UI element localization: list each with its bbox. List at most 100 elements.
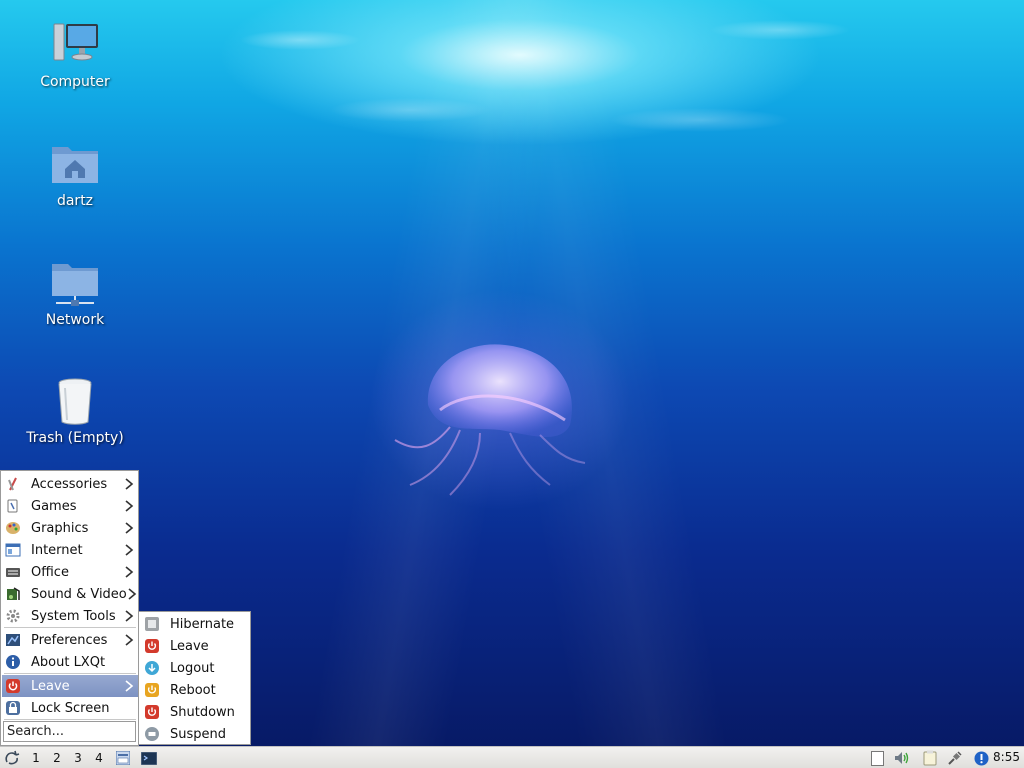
- chevron-right-icon: [125, 522, 134, 534]
- accessories-icon: [8, 477, 17, 491]
- power-icon: [6, 679, 20, 693]
- desktop-switch-4[interactable]: 4: [91, 749, 107, 767]
- system-tools-icon: [6, 609, 20, 623]
- home-folder-icon: [52, 147, 98, 183]
- main-menu-button[interactable]: [3, 749, 21, 767]
- application-menu: Accessories Games Graphics Internet Offi…: [0, 470, 139, 746]
- lock-icon: [6, 701, 20, 715]
- clipboard-icon: [923, 750, 937, 766]
- games-icon: [7, 499, 18, 513]
- clipboard-manager[interactable]: [921, 749, 939, 767]
- trash-icon: [58, 378, 92, 425]
- desktop-icon-label: Computer: [40, 74, 110, 90]
- file-manager-launcher[interactable]: [114, 749, 132, 767]
- menu-item-label: Games: [31, 498, 77, 514]
- desktop-icon-label: dartz: [56, 193, 94, 209]
- info-alert-icon: [974, 751, 988, 765]
- network-plug-icon: [948, 751, 962, 765]
- menu-item-leave[interactable]: Leave: [2, 675, 138, 697]
- terminal-icon: [141, 751, 157, 765]
- menu-item-label: Internet: [31, 542, 83, 558]
- chevron-right-icon: [125, 544, 134, 556]
- menu-item-preferences[interactable]: Preferences: [2, 629, 138, 651]
- chevron-right-icon: [125, 680, 134, 692]
- submenu-item-hibernate[interactable]: Hibernate: [140, 613, 250, 635]
- menu-item-internet[interactable]: Internet: [2, 539, 138, 561]
- clock[interactable]: 8:55: [993, 750, 1020, 764]
- jellyfish-wallpaper-image: [394, 344, 586, 496]
- menu-item-about-lxqt[interactable]: About LXQt: [2, 651, 138, 673]
- submenu-item-reboot[interactable]: Reboot: [140, 679, 250, 701]
- menu-separator: [4, 673, 136, 674]
- logout-icon: [145, 661, 159, 675]
- lxqt-logo-icon: [5, 750, 20, 765]
- menu-item-system-tools[interactable]: System Tools: [2, 605, 138, 627]
- menu-item-office[interactable]: Office: [2, 561, 138, 583]
- desktop-icon-label: Network: [45, 312, 105, 328]
- office-icon: [6, 568, 20, 577]
- submenu-item-label: Logout: [170, 660, 215, 676]
- network-manager[interactable]: [946, 749, 964, 767]
- desktop-number: 4: [95, 751, 103, 765]
- desktop-icon-home-folder[interactable]: dartz: [15, 141, 135, 209]
- menu-item-label: Office: [31, 564, 69, 580]
- submenu-item-label: Shutdown: [170, 704, 235, 720]
- show-desktop-icon: [870, 750, 884, 766]
- submenu-item-suspend[interactable]: Suspend: [140, 723, 250, 745]
- submenu-item-label: Leave: [170, 638, 209, 654]
- chevron-right-icon: [125, 634, 134, 646]
- menu-item-accessories[interactable]: Accessories: [2, 473, 138, 495]
- terminal-launcher[interactable]: [139, 749, 159, 767]
- internet-icon: [5, 543, 21, 557]
- chevron-right-icon: [125, 610, 134, 622]
- chevron-right-icon: [125, 478, 134, 490]
- submenu-item-label: Hibernate: [170, 616, 235, 632]
- shutdown-icon: [145, 705, 159, 719]
- submenu-item-shutdown[interactable]: Shutdown: [140, 701, 250, 723]
- menu-item-label: System Tools: [31, 608, 116, 624]
- menu-item-label: About LXQt: [31, 654, 106, 670]
- volume-icon: [895, 752, 909, 764]
- preferences-icon: [6, 634, 20, 646]
- menu-item-graphics[interactable]: Graphics: [2, 517, 138, 539]
- show-desktop-button[interactable]: [868, 749, 886, 767]
- menu-separator: [4, 627, 136, 628]
- menu-separator: [4, 719, 136, 720]
- desktop-switch-1[interactable]: 1: [28, 749, 44, 767]
- desktop-icon-label: Trash (Empty): [26, 430, 124, 446]
- update-notifier[interactable]: [972, 749, 990, 767]
- water-surface-ripples: [180, 0, 900, 150]
- submenu-item-label: Reboot: [170, 682, 216, 698]
- power-icon: [145, 639, 159, 653]
- network-folder-icon: [52, 264, 98, 306]
- menu-item-label: Accessories: [31, 476, 108, 492]
- menu-item-sound-video[interactable]: Sound & Video: [2, 583, 138, 605]
- menu-item-label: Preferences: [31, 632, 108, 648]
- reboot-icon: [145, 683, 159, 697]
- hibernate-icon: [145, 617, 159, 631]
- info-icon: [6, 655, 20, 669]
- volume-control[interactable]: [893, 749, 911, 767]
- submenu-item-logout[interactable]: Logout: [140, 657, 250, 679]
- desktop-number: 1: [32, 751, 40, 765]
- menu-item-label: Sound & Video: [31, 586, 127, 602]
- desktop-number: 2: [53, 751, 61, 765]
- desktop-icon-trash[interactable]: Trash (Empty): [15, 378, 135, 446]
- menu-item-label: Lock Screen: [31, 700, 110, 716]
- menu-item-label: Graphics: [31, 520, 89, 536]
- desktop-icon-computer[interactable]: Computer: [15, 22, 135, 90]
- menu-item-lock-screen[interactable]: Lock Screen: [2, 697, 138, 719]
- computer-icon: [53, 23, 98, 61]
- desktop-icon-network[interactable]: Network: [15, 260, 135, 328]
- chevron-right-icon: [128, 588, 137, 600]
- menu-item-label: Leave: [31, 678, 70, 694]
- submenu-item-leave[interactable]: Leave: [140, 635, 250, 657]
- graphics-icon: [6, 522, 20, 534]
- desktop-switch-2[interactable]: 2: [49, 749, 65, 767]
- leave-submenu: Hibernate Leave Logout Reboot Shutdown S…: [138, 611, 251, 745]
- menu-item-games[interactable]: Games: [2, 495, 138, 517]
- chevron-right-icon: [125, 566, 134, 578]
- taskbar: 1 2 3 4 8:55: [0, 746, 1024, 768]
- menu-search-input[interactable]: [3, 721, 136, 742]
- desktop-switch-3[interactable]: 3: [70, 749, 86, 767]
